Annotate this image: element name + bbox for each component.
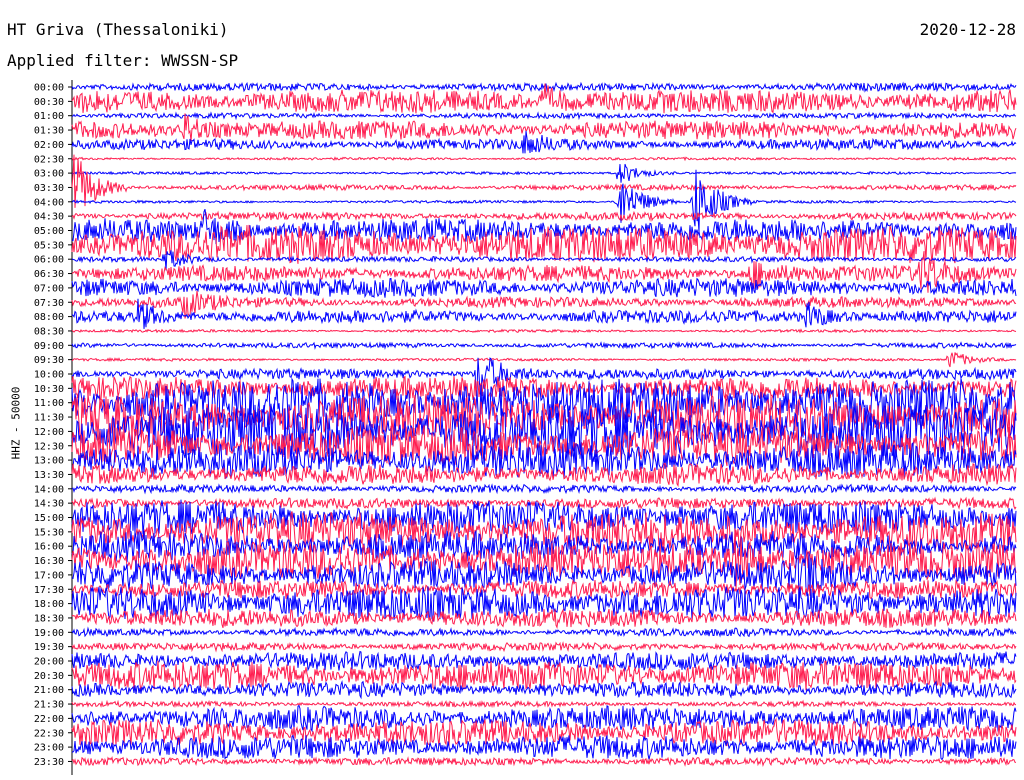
time-tick-label: 23:30 <box>34 757 64 768</box>
seismogram-trace-1900 <box>71 626 1017 638</box>
seismogram-trace-0100 <box>71 111 1017 121</box>
seismogram-trace-0900 <box>71 341 1017 350</box>
seismogram-trace-0400 <box>71 169 1017 232</box>
seismogram-trace-2200 <box>71 704 1017 733</box>
plot-frame <box>68 80 73 775</box>
time-tick-label: 13:00 <box>34 456 64 467</box>
time-tick-label: 06:00 <box>34 255 64 266</box>
time-tick-label: 18:00 <box>34 599 64 610</box>
seismogram-trace-0000 <box>71 81 1017 93</box>
time-tick-label: 08:30 <box>34 326 64 337</box>
time-tick-label: 22:00 <box>34 714 64 725</box>
seismogram-trace-2130 <box>71 699 1017 709</box>
time-tick-label: 19:30 <box>34 642 64 653</box>
time-tick-label: 03:00 <box>34 169 64 180</box>
time-tick-label: 14:30 <box>34 499 64 510</box>
time-tick-label: 06:30 <box>34 269 64 280</box>
time-tick-label: 08:00 <box>34 312 64 323</box>
time-tick-label: 12:00 <box>34 427 64 438</box>
seismogram-traces <box>71 81 1017 767</box>
seismogram-trace-0830 <box>71 328 1017 334</box>
seismogram-trace-1830 <box>71 608 1017 630</box>
time-tick-label: 21:00 <box>34 685 64 696</box>
time-tick-label: 20:30 <box>34 671 64 682</box>
seismogram-trace-0230 <box>71 156 1017 162</box>
time-tick-label: 17:30 <box>34 585 64 596</box>
time-tick-label: 15:30 <box>34 527 64 538</box>
time-tick-label: 04:30 <box>34 212 64 223</box>
time-tick-label: 11:00 <box>34 398 64 409</box>
time-tick-label: 14:00 <box>34 484 64 495</box>
time-tick-label: 00:30 <box>34 97 64 108</box>
time-tick-label: 21:30 <box>34 700 64 711</box>
time-tick-label: 09:00 <box>34 341 64 352</box>
time-tick-label: 12:30 <box>34 441 64 452</box>
time-tick-label: 07:00 <box>34 283 64 294</box>
seismogram-trace-0730 <box>71 290 1017 319</box>
time-tick-label: 13:30 <box>34 470 64 481</box>
time-tick-label: 07:30 <box>34 298 64 309</box>
seismogram-trace-0330 <box>71 154 1017 208</box>
time-tick-label: 16:00 <box>34 542 64 553</box>
time-tick-label: 01:00 <box>34 111 64 122</box>
time-tick-label: 09:30 <box>34 355 64 366</box>
time-tick-label: 22:30 <box>34 728 64 739</box>
time-axis-labels: 00:00 00:30 01:00 01:30 02:00 02:30 03:00 03:30… <box>34 83 64 768</box>
time-tick-label: 00:00 <box>34 83 64 94</box>
time-tick-label: 10:00 <box>34 370 64 381</box>
time-tick-label: 02:00 <box>34 140 64 151</box>
seismogram-trace-1930 <box>71 641 1017 653</box>
time-tick-label: 10:30 <box>34 384 64 395</box>
time-tick-label: 17:00 <box>34 570 64 581</box>
seismogram-trace-1400 <box>71 483 1017 495</box>
seismogram-trace-0930 <box>71 352 1017 368</box>
time-tick-label: 05:00 <box>34 226 64 237</box>
time-tick-label: 19:00 <box>34 628 64 639</box>
seismogram-plot: 00:00 00:30 01:00 01:30 02:00 02:30 03:00 03:30… <box>34 80 1017 775</box>
time-tick-label: 11:30 <box>34 413 64 424</box>
time-tick-label: 23:00 <box>34 743 64 754</box>
time-tick-label: 05:30 <box>34 240 64 251</box>
time-tick-label: 18:30 <box>34 613 64 624</box>
seismogram-trace-2330 <box>71 756 1017 767</box>
seismogram-trace-2000 <box>71 650 1017 673</box>
time-tick-label: 20:00 <box>34 657 64 668</box>
time-tick-label: 01:30 <box>34 126 64 137</box>
time-tick-label: 02:30 <box>34 154 64 165</box>
seismogram-trace-0430 <box>71 210 1017 222</box>
time-tick-label: 04:00 <box>34 197 64 208</box>
time-tick-label: 03:30 <box>34 183 64 194</box>
time-tick-label: 15:00 <box>34 513 64 524</box>
seismogram-trace-0300 <box>71 163 1017 183</box>
time-tick-label: 16:30 <box>34 556 64 567</box>
